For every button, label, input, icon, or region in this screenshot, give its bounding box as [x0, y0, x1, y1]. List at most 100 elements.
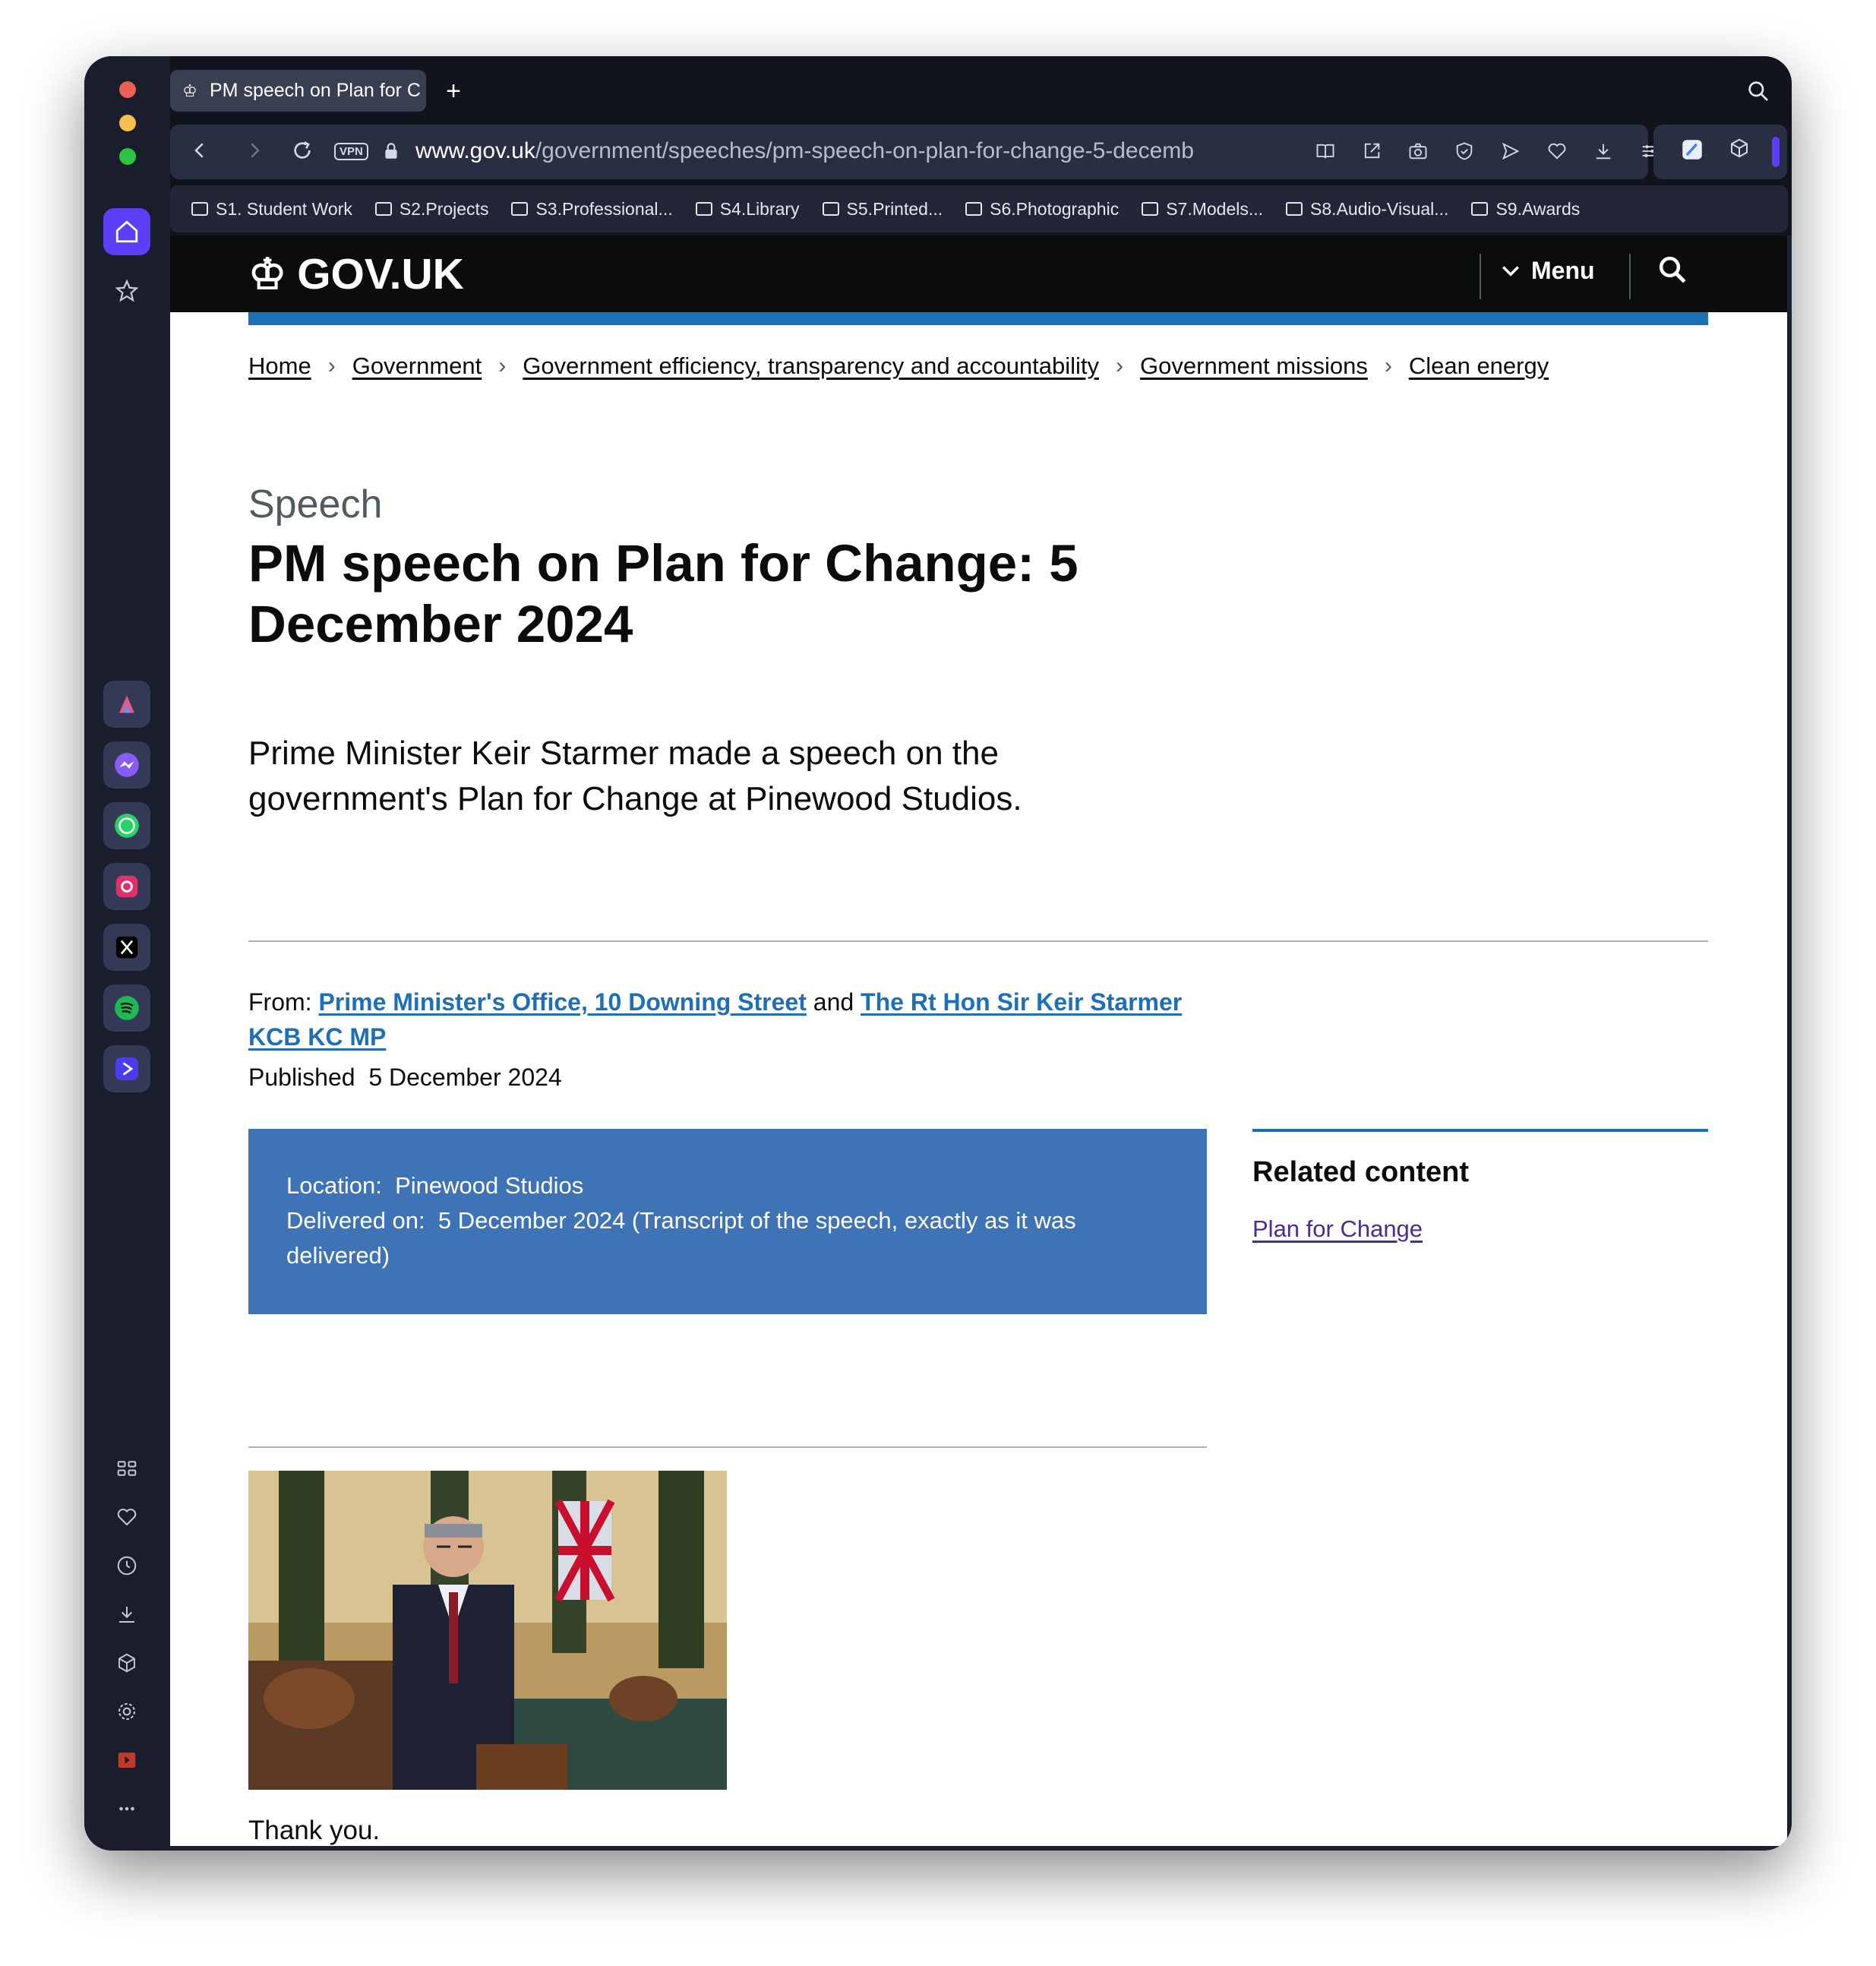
- forward-arrow-icon[interactable]: [243, 137, 266, 170]
- from-metadata: From: Prime Minister's Office, 10 Downin…: [248, 985, 1190, 1054]
- extensions-cube-icon[interactable]: [1728, 137, 1751, 166]
- header-blue-stripe: [248, 312, 1708, 325]
- extension-app-icon[interactable]: [1679, 137, 1705, 169]
- from-and: and: [813, 988, 854, 1016]
- bookmark-folder[interactable]: S9.Awards: [1471, 199, 1580, 220]
- camera-icon[interactable]: [1402, 135, 1434, 167]
- folder-icon: [822, 202, 839, 216]
- more-options-icon[interactable]: [103, 1790, 150, 1828]
- content-type-caption: Speech: [248, 482, 383, 526]
- download-icon[interactable]: [1587, 135, 1619, 167]
- org-link-pm-office[interactable]: Prime Minister's Office, 10 Downing Stre…: [318, 988, 806, 1016]
- location-row: Location: Pinewood Studios: [286, 1168, 1169, 1203]
- aria-app-icon[interactable]: [103, 681, 150, 728]
- heart-outline-icon[interactable]: [1541, 135, 1573, 167]
- whatsapp-icon[interactable]: [103, 802, 150, 849]
- cube-icon[interactable]: [103, 1644, 150, 1682]
- header-divider: [1480, 254, 1481, 299]
- folder-icon: [695, 202, 712, 216]
- minimize-window-button[interactable]: [119, 115, 136, 131]
- instagram-icon[interactable]: [103, 863, 150, 910]
- tab-search-icon[interactable]: [1746, 79, 1770, 109]
- location-label: Location:: [286, 1172, 382, 1199]
- reader-mode-icon[interactable]: [1309, 135, 1341, 167]
- speech-details-box: Location: Pinewood Studios Delivered on:…: [248, 1129, 1207, 1314]
- bookmarks-bar: S1. Student Work S2.Projects S3.Professi…: [170, 185, 1788, 232]
- send-arrow-icon[interactable]: [1495, 135, 1527, 167]
- bookmark-folder[interactable]: S4.Library: [695, 199, 800, 220]
- published-label: Published: [248, 1064, 355, 1091]
- related-content-rule: [1252, 1129, 1708, 1132]
- back-arrow-icon[interactable]: [188, 137, 211, 170]
- address-bar[interactable]: VPN www.gov.uk/government/speeches/pm-sp…: [170, 125, 1712, 179]
- folder-icon: [191, 202, 208, 216]
- folder-icon: [1471, 202, 1489, 216]
- search-icon[interactable]: [1657, 254, 1688, 293]
- portrait-photo: [248, 1471, 727, 1790]
- folder-icon: [965, 202, 983, 216]
- chevron-right-icon: ›: [498, 353, 507, 378]
- breadcrumb-link[interactable]: Government missions: [1140, 352, 1368, 380]
- x-twitter-icon[interactable]: [103, 924, 150, 971]
- bookmark-folder[interactable]: S5.Printed...: [822, 199, 943, 220]
- new-tab-plus-icon[interactable]: +: [437, 74, 470, 108]
- chevron-right-icon: ›: [1116, 353, 1124, 378]
- breadcrumb-link[interactable]: Government efficiency, transparency and …: [523, 352, 1099, 380]
- shield-icon[interactable]: [1448, 135, 1480, 167]
- bookmark-folder[interactable]: S1. Student Work: [191, 199, 352, 220]
- govuk-logo[interactable]: ♔ GOV.UK: [248, 249, 464, 299]
- url-text[interactable]: www.gov.uk/government/speeches/pm-speech…: [415, 138, 1213, 164]
- video-player-icon[interactable]: [103, 1741, 150, 1779]
- apps-grid-icon[interactable]: [103, 1449, 150, 1487]
- section-divider: [248, 940, 1708, 942]
- tab-title: PM speech on Plan for C: [210, 80, 421, 101]
- browser-window: ♔ PM speech on Plan for C + VPN www.gov.…: [84, 56, 1792, 1851]
- address-bar-tools: [1309, 135, 1712, 167]
- reload-icon[interactable]: [290, 137, 314, 170]
- downloads-icon[interactable]: [103, 1595, 150, 1633]
- folder-icon: [1286, 202, 1303, 216]
- delivered-row: Delivered on: 5 December 2024 (Transcrip…: [286, 1203, 1169, 1273]
- star-icon[interactable]: [103, 267, 150, 314]
- related-link-plan-for-change[interactable]: Plan for Change: [1252, 1215, 1423, 1243]
- from-label: From:: [248, 988, 312, 1016]
- bookmark-folder[interactable]: S8.Audio-Visual...: [1286, 199, 1448, 220]
- sidebar-toggle-accent[interactable]: [1772, 137, 1780, 167]
- browser-tab[interactable]: ♔ PM speech on Plan for C: [170, 70, 426, 112]
- messenger-icon[interactable]: [103, 741, 150, 789]
- player-icon[interactable]: [103, 1045, 150, 1092]
- vpn-badge[interactable]: VPN: [334, 143, 368, 160]
- govuk-crown-favicon-icon: ♔: [182, 81, 197, 100]
- crown-icon: ♔: [248, 250, 287, 298]
- history-clock-icon[interactable]: [103, 1547, 150, 1585]
- heart-icon[interactable]: [103, 1498, 150, 1536]
- maximize-window-button[interactable]: [119, 148, 136, 165]
- folder-icon: [374, 202, 392, 216]
- menu-button[interactable]: Menu: [1501, 257, 1595, 285]
- published-metadata: Published 5 December 2024: [248, 1064, 562, 1092]
- breadcrumb-link[interactable]: Clean energy: [1409, 352, 1549, 380]
- breadcrumb: Home › Government › Government efficienc…: [248, 352, 1549, 380]
- share-icon[interactable]: [1356, 135, 1388, 167]
- delivered-label: Delivered on:: [286, 1207, 425, 1234]
- spotify-icon[interactable]: [103, 985, 150, 1032]
- lock-icon[interactable]: [381, 140, 401, 168]
- bookmark-folder[interactable]: S3.Professional...: [511, 199, 673, 220]
- body-paragraph: Thank you.: [248, 1816, 381, 1845]
- bookmark-folder[interactable]: S7.Models...: [1142, 199, 1263, 220]
- breadcrumb-link[interactable]: Home: [248, 352, 311, 380]
- browser-sidebar: [84, 56, 170, 1851]
- breadcrumb-link[interactable]: Government: [352, 352, 482, 380]
- chevron-right-icon: ›: [327, 353, 336, 378]
- extensions-bar: [1653, 125, 1787, 179]
- settings-gear-icon[interactable]: [103, 1693, 150, 1731]
- bookmark-folder[interactable]: S6.Photographic: [965, 199, 1119, 220]
- bookmark-folder[interactable]: S2.Projects: [374, 199, 488, 220]
- chevron-down-icon: [1502, 265, 1519, 277]
- lead-paragraph: Prime Minister Keir Starmer made a speec…: [248, 735, 1022, 817]
- home-icon[interactable]: [103, 208, 150, 255]
- published-date: 5 December 2024: [368, 1064, 562, 1091]
- close-window-button[interactable]: [119, 81, 136, 98]
- section-divider: [248, 1446, 1207, 1448]
- folder-icon: [511, 202, 529, 216]
